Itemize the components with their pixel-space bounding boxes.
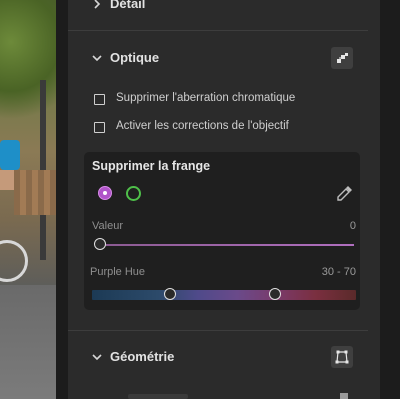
panel-gutter bbox=[56, 0, 68, 399]
chevron-down-icon bbox=[90, 52, 104, 66]
valeur-value: 0 bbox=[349, 220, 356, 232]
section-detail-title: Détail bbox=[110, 0, 146, 11]
valeur-slider-thumb[interactable] bbox=[94, 238, 106, 250]
chevron-right-icon bbox=[90, 0, 104, 12]
next-row-partial bbox=[128, 394, 188, 399]
panel-scrollbar[interactable] bbox=[368, 0, 380, 399]
green-fringe-toggle[interactable] bbox=[126, 186, 141, 201]
section-geometrie-title: Géométrie bbox=[110, 349, 175, 364]
valeur-label: Valeur bbox=[92, 220, 123, 232]
photo-arm bbox=[0, 170, 14, 190]
eyedropper-icon[interactable] bbox=[336, 184, 354, 202]
purple-hue-label: Purple Hue bbox=[90, 266, 146, 278]
checkbox-box[interactable] bbox=[94, 94, 105, 105]
valeur-slider-track[interactable] bbox=[96, 244, 354, 246]
purple-fringe-toggle[interactable] bbox=[98, 186, 112, 200]
section-detail-header[interactable]: Détail bbox=[68, 0, 368, 20]
optique-tool-button[interactable] bbox=[331, 47, 353, 69]
photo-fence bbox=[14, 170, 56, 215]
right-edge bbox=[380, 0, 400, 399]
checkbox-label: Activer les corrections de l'objectif bbox=[116, 120, 289, 132]
photo-preview bbox=[0, 0, 56, 399]
photo-tree bbox=[0, 0, 56, 140]
transform-icon bbox=[335, 350, 349, 364]
section-optique-header[interactable]: Optique bbox=[68, 44, 368, 74]
section-optique-title: Optique bbox=[110, 50, 160, 65]
hue-slider-thumb-high[interactable] bbox=[269, 288, 281, 300]
purple-hue-slider[interactable] bbox=[92, 290, 356, 300]
photo-road bbox=[0, 285, 56, 399]
divider bbox=[68, 330, 368, 331]
hue-slider-thumb-low[interactable] bbox=[164, 288, 176, 300]
defringe-title: Supprimer la frange bbox=[92, 159, 211, 173]
section-geometrie-header[interactable]: Géométrie bbox=[68, 343, 368, 373]
checkbox-box[interactable] bbox=[94, 122, 105, 133]
geometrie-tool-button[interactable] bbox=[331, 346, 353, 368]
photo-person bbox=[0, 140, 20, 170]
divider bbox=[68, 30, 368, 31]
checkbox-label: Supprimer l'aberration chromatique bbox=[116, 92, 296, 104]
chevron-down-icon bbox=[90, 351, 104, 365]
defringe-card: Supprimer la frange Valeur 0 Purple Hue … bbox=[84, 152, 360, 310]
purple-hue-value: 30 - 70 bbox=[321, 266, 356, 278]
photo-wheel bbox=[0, 240, 28, 282]
edit-panel: Détail Optique Supprimer l'aberration ch… bbox=[68, 0, 368, 399]
checker-icon bbox=[337, 53, 348, 63]
next-row-icon-partial bbox=[340, 393, 348, 399]
